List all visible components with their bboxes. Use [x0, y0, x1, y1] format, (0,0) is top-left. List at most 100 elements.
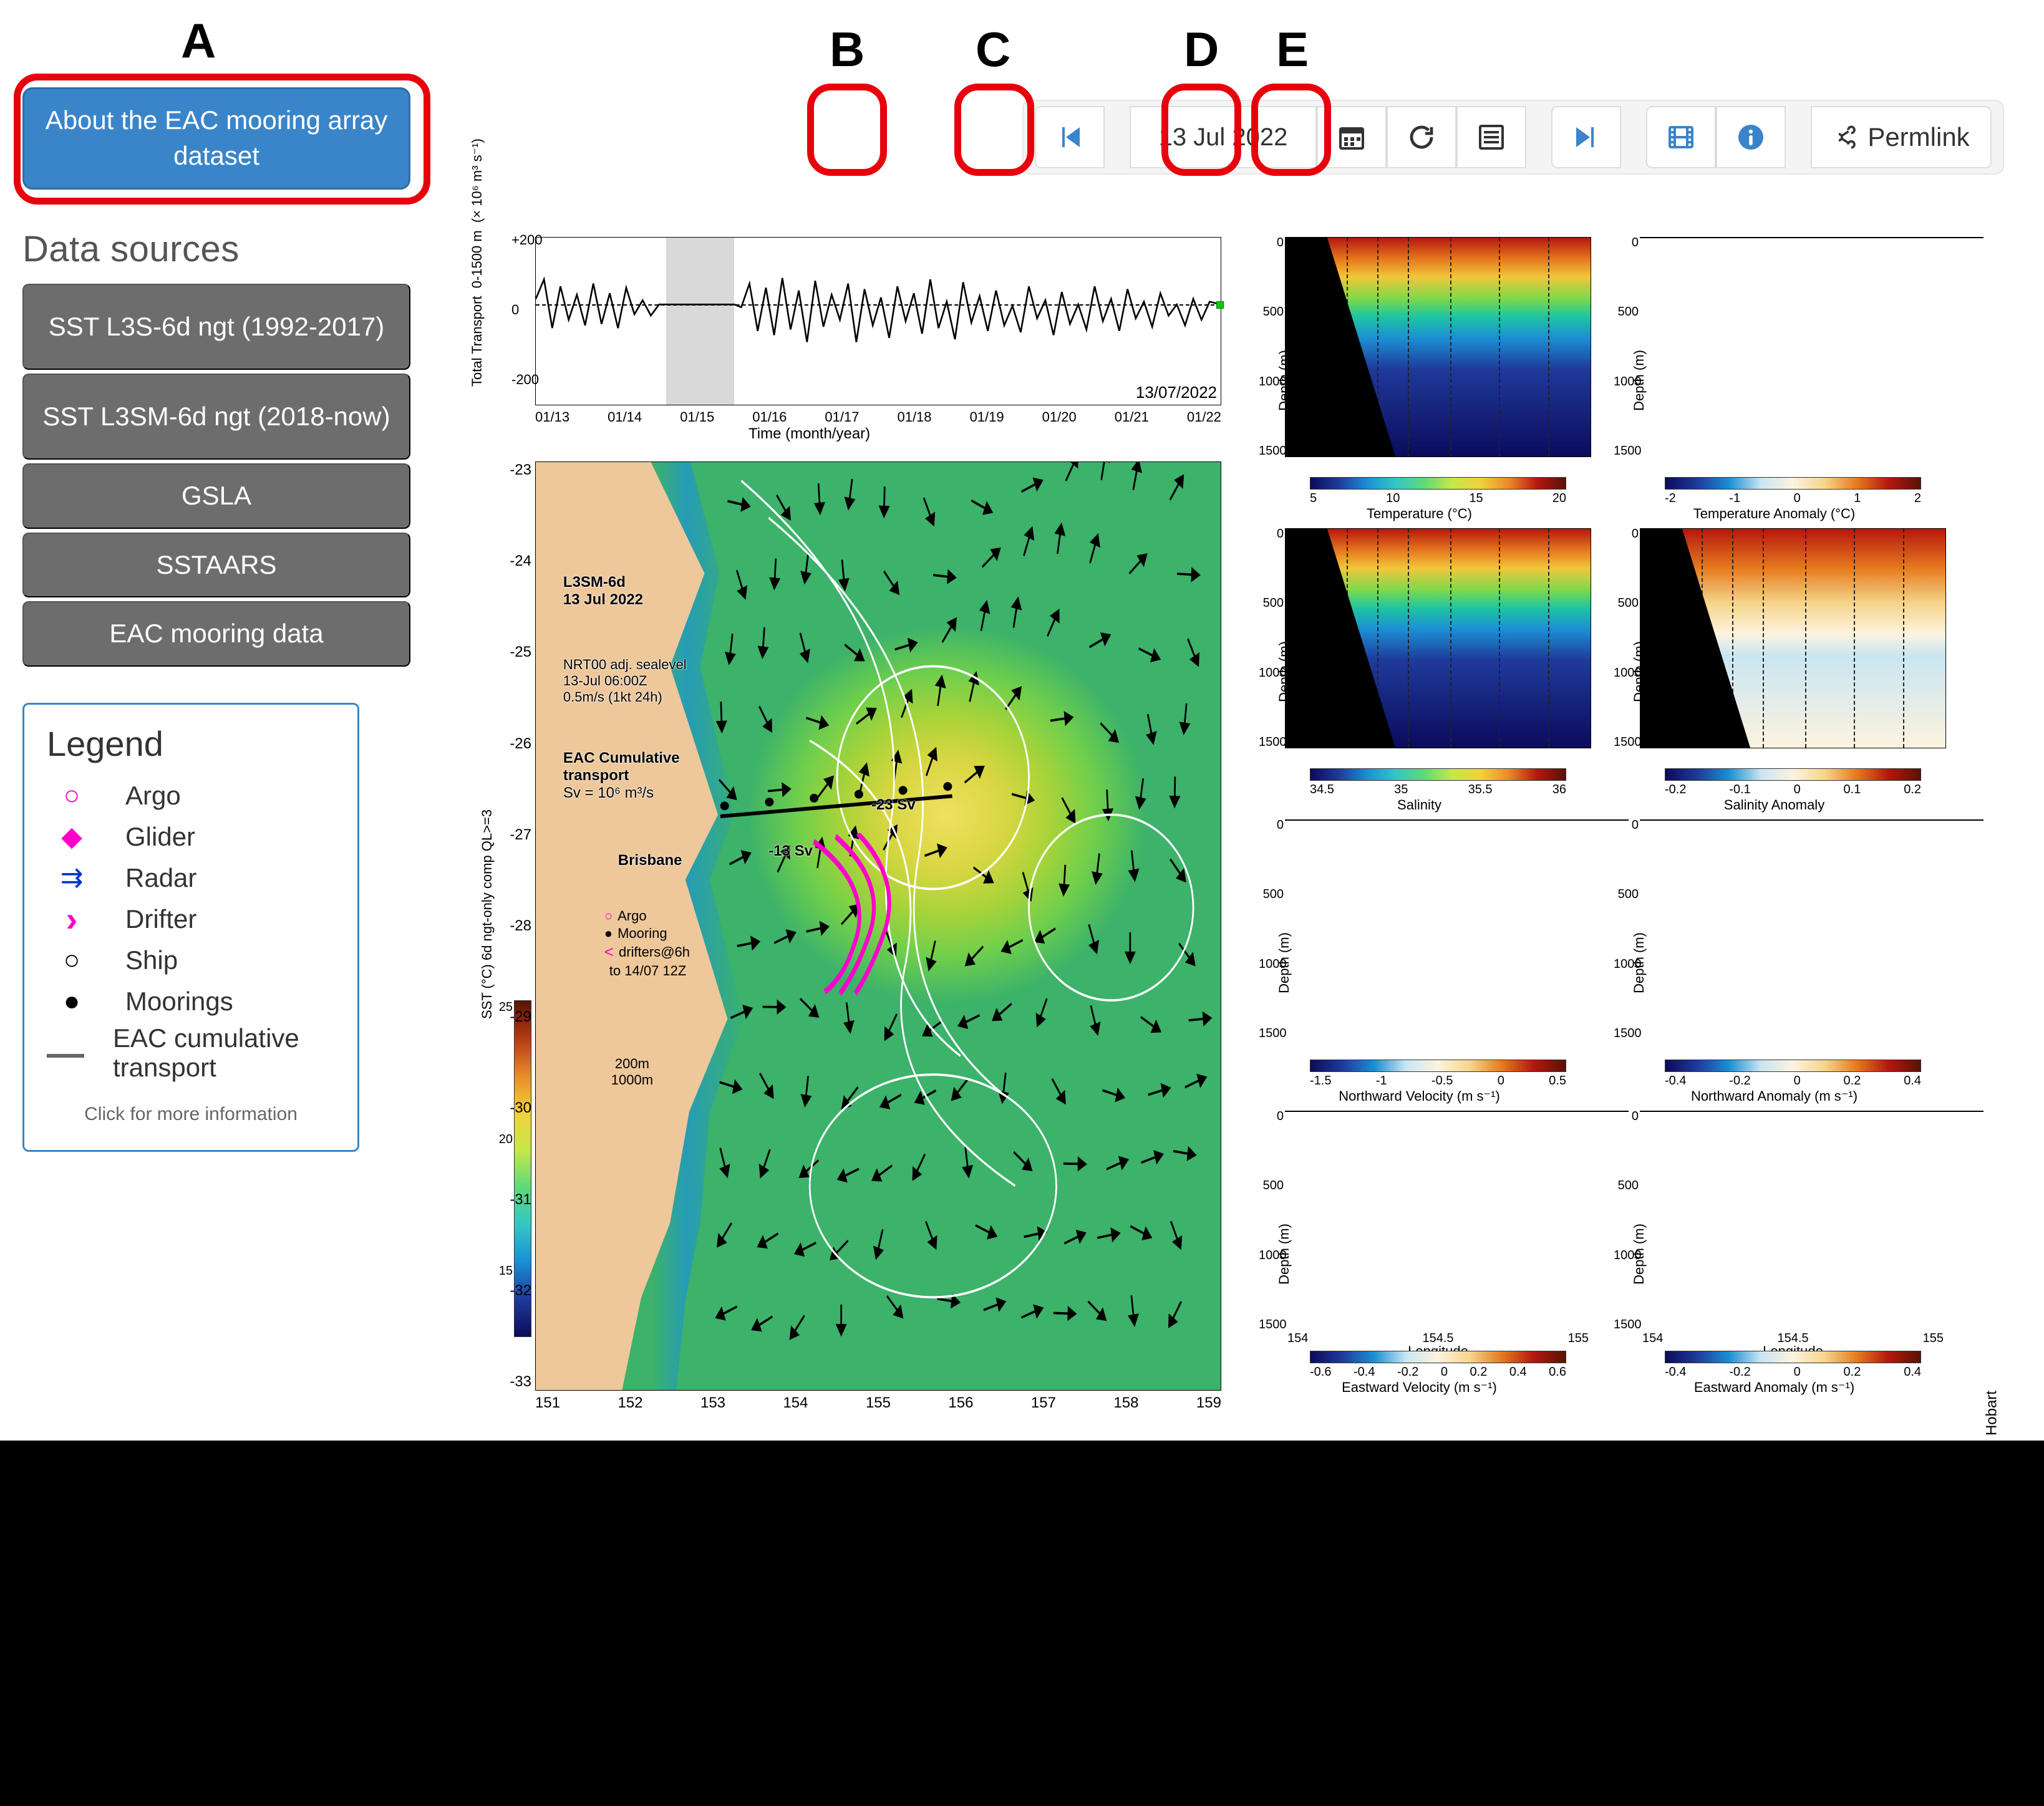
legend-box[interactable]: Legend ○Argo ◆Glider ⇉Radar ›Drifter ○Sh… — [22, 703, 359, 1152]
permlink-button[interactable]: Permlink — [1811, 106, 1992, 168]
legend-label: EAC cumulative transport — [113, 1024, 335, 1081]
data-source-item[interactable]: SSTAARS — [22, 533, 410, 598]
about-dataset-button[interactable]: About the EAC mooring array dataset — [22, 87, 410, 190]
bathymetry-mask — [1286, 529, 1395, 748]
moorings-symbol: ● — [47, 986, 97, 1017]
video-button[interactable] — [1646, 106, 1716, 168]
data-sources-heading: Data sources — [22, 228, 410, 270]
section-colorbar-label: Salinity — [1247, 797, 1591, 813]
refresh-icon — [1407, 122, 1436, 152]
transport-timeseries-plot: 13/07/2022 — [535, 237, 1221, 405]
legend-label: Radar — [125, 863, 196, 893]
legend-label: Drifter — [125, 904, 196, 934]
main-content: 13/07/2022 Total Transport 0-1500 m (× 1… — [499, 237, 2008, 1403]
bathymetry-mask — [1640, 529, 1750, 748]
info-icon — [1736, 122, 1766, 152]
section-colorbar-label: Eastward Anomaly (m s⁻¹) — [1602, 1379, 1946, 1396]
data-sources-list: SST L3S-6d ngt (1992-2017) SST L3SM-6d n… — [22, 284, 410, 667]
section-colorbar-ticks: -0.4-0.200.20.4 — [1665, 1365, 1921, 1379]
map-frame: L3SM-6d 13 Jul 2022 NRT00 adj. sealevel … — [535, 461, 1221, 1391]
info-button[interactable] — [1716, 106, 1786, 168]
depth-section-panel: Depth (m) 050010001500 -1.5-1-0.500.5 No… — [1247, 819, 1591, 1106]
prev-date-button[interactable] — [1035, 106, 1105, 168]
map-colorbar-label: SST (°C) 6d ngt-only comp QL>=3 — [479, 809, 495, 1019]
depth-section-panel: Depth (m) 050010001500 -0.2-0.100.10.2 S… — [1602, 528, 1946, 814]
transport-xlabel: Time (month/year) — [748, 425, 870, 443]
section-plot-area — [1285, 237, 1591, 457]
depth-section-panel: Depth (m) 050010001500 5101520 Temperatu… — [1247, 237, 1591, 523]
permlink-label: Permlink — [1867, 122, 1969, 152]
legend-title: Legend — [47, 723, 335, 764]
depth-ticks: 050010001500 — [1259, 818, 1284, 1041]
transport-ylabel: Total Transport 0-1500 m (× 10⁶ m³ s⁻¹) — [469, 138, 485, 387]
imos-copyright: © IMOS 15-Aug-2023 09:27 Hobart — [1983, 1391, 2001, 1626]
argo-symbol: ○ — [47, 780, 97, 811]
transport-yticks: +200 0 -200 — [511, 233, 543, 387]
section-colorbar-ticks: -0.2-0.100.10.2 — [1665, 783, 1921, 797]
section-colorbar — [1665, 477, 1921, 490]
map-lat-ticks: -23-24-25-26-27-28-29-30-31-32-33 — [505, 461, 531, 1391]
transport-xticks: 01/1301/1401/1501/1601/1701/1801/1901/20… — [535, 409, 1221, 425]
section-colorbar-ticks: -2-1012 — [1665, 491, 1921, 506]
section-colorbar-ticks: -0.4-0.200.20.4 — [1665, 1074, 1921, 1088]
section-plot-area — [1285, 819, 1629, 821]
data-source-item[interactable]: SST L3SM-6d ngt (2018-now) — [22, 374, 410, 460]
list-button[interactable] — [1456, 106, 1526, 168]
bathymetry-mask — [1286, 238, 1395, 456]
section-colorbar — [1310, 1060, 1566, 1072]
transport-line — [536, 238, 1221, 405]
section-plot-area — [1640, 819, 1983, 821]
section-colorbar-label: Temperature Anomaly (°C) — [1602, 506, 1946, 522]
section-colorbar-label: Salinity Anomaly — [1602, 797, 1946, 813]
depth-ticks: 050010001500 — [1259, 527, 1284, 750]
depth-ticks: 050010001500 — [1614, 818, 1639, 1041]
section-colorbar-label: Northward Velocity (m s⁻¹) — [1247, 1088, 1591, 1104]
depth-ticks: 050010001500 — [1259, 1109, 1284, 1332]
section-plot-area — [1640, 1111, 1983, 1112]
section-colorbar-ticks: -0.6-0.4-0.200.20.40.6 — [1310, 1365, 1566, 1379]
drifter-tracks — [803, 833, 913, 1000]
data-source-item[interactable]: GSLA — [22, 463, 410, 529]
section-colorbar — [1665, 1351, 1921, 1363]
drifter-symbol: › — [47, 899, 97, 939]
section-colorbar — [1310, 1351, 1566, 1363]
section-colorbar-ticks: 34.53535.536 — [1310, 783, 1566, 797]
section-colorbar-label: Northward Anomaly (m s⁻¹) — [1602, 1088, 1946, 1104]
eac-transport-symbol: — — [47, 1031, 84, 1074]
share-icon — [1833, 125, 1858, 150]
depth-section-panel: Depth (m) 050010001500 154154.5155 Longi… — [1602, 1111, 1946, 1397]
section-colorbar — [1310, 477, 1566, 490]
depth-ticks: 050010001500 — [1614, 236, 1639, 458]
map-inset-legend: ○Argo ●Mooring <drifters@6h to 14/07 12Z — [604, 907, 690, 979]
section-plot-area — [1285, 528, 1591, 748]
depth-section-panel: Depth (m) 050010001500 -2-1012 Temperatu… — [1602, 237, 1946, 523]
radar-symbol: ⇉ — [47, 862, 97, 894]
section-colorbar-ticks: -1.5-1-0.500.5 — [1310, 1074, 1566, 1088]
current-date-marker — [1216, 301, 1224, 309]
calendar-button[interactable] — [1317, 106, 1387, 168]
section-colorbar — [1310, 768, 1566, 781]
data-source-item[interactable]: EAC mooring data — [22, 601, 410, 667]
depth-ticks: 050010001500 — [1259, 236, 1284, 458]
refresh-button[interactable] — [1387, 106, 1456, 168]
app-window: About the EAC mooring array dataset Data… — [0, 0, 2044, 1441]
list-icon — [1476, 122, 1506, 152]
legend-label: Moorings — [125, 987, 233, 1016]
section-plot-area — [1640, 237, 1983, 238]
depth-section-grid: Depth (m) 050010001500 5101520 Temperatu… — [1247, 237, 1946, 1397]
section-plot-area — [1640, 528, 1946, 748]
section-colorbar-ticks: 5101520 — [1310, 491, 1566, 506]
legend-label: Ship — [125, 945, 178, 975]
legend-label: Glider — [125, 822, 195, 852]
depth-ticks: 050010001500 — [1614, 527, 1639, 750]
data-source-item[interactable]: SST L3S-6d ngt (1992-2017) — [22, 284, 410, 370]
map-lon-ticks: 151152153154155156157158159 — [535, 1391, 1221, 1412]
section-colorbar-label: Eastward Velocity (m s⁻¹) — [1247, 1379, 1591, 1396]
glider-symbol: ◆ — [47, 821, 97, 852]
depth-ticks: 050010001500 — [1614, 1109, 1639, 1332]
depth-section-panel: Depth (m) 050010001500 34.53535.536 Sali… — [1247, 528, 1591, 814]
film-icon — [1666, 122, 1696, 152]
next-date-button[interactable] — [1551, 106, 1621, 168]
depth-section-panel: Depth (m) 050010001500 154154.5155 Longi… — [1247, 1111, 1591, 1397]
calendar-icon — [1337, 122, 1367, 152]
